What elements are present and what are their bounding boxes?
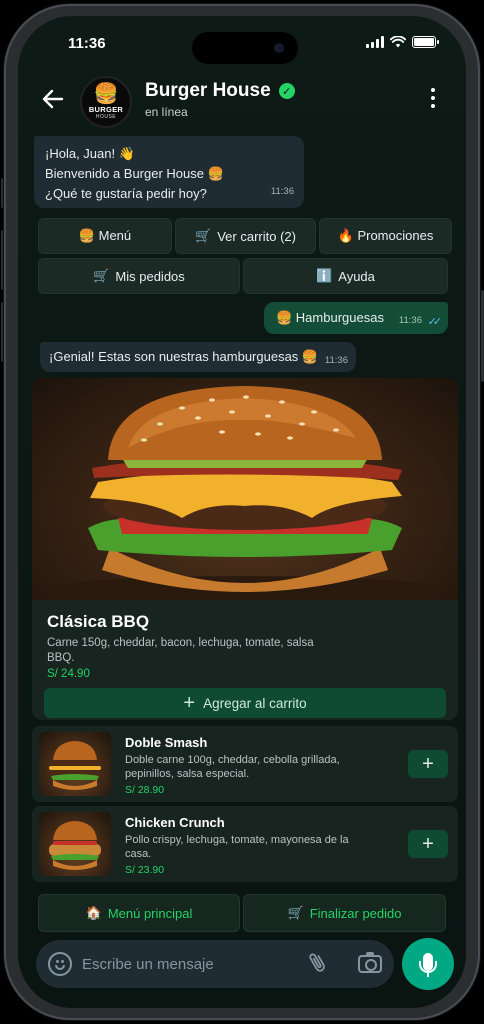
quick-reply-label: 🔥 Promociones [337,228,434,243]
product-price: S/ 23.90 [125,864,165,876]
user-message: 🍔 Hamburguesas 11:36 ✓✓ [264,302,448,334]
add-product-button[interactable]: + [408,750,448,778]
wifi-icon [390,36,406,48]
product-thumbnail [39,732,111,796]
avatar[interactable]: 🍔 BURGER HOUSE [80,76,132,128]
plus-icon: + [422,752,434,775]
status-bar: 11:36 [18,16,466,64]
power-button [480,290,484,382]
dynamic-island [192,32,298,64]
checkout-button[interactable]: 🛒 Finalizar pedido [243,894,446,932]
chat-header: 🍔 BURGER HOUSE Burger House ✓ en línea [18,72,466,132]
product-price: S/ 28.90 [125,784,165,796]
message-text: ¡Genial! Estas son nuestras hamburguesas… [49,349,319,364]
bot-message: ¡Genial! Estas son nuestras hamburguesas… [40,342,356,372]
product-title: Clásica BBQ [47,612,150,631]
add-product-button[interactable]: + [408,830,448,858]
contact-status: en línea [145,105,188,119]
cart-icon: 🛒 [287,905,304,920]
avatar-brand-line1: BURGER [88,105,124,114]
burger-logo-icon: 🍔 [93,83,119,105]
welcome-line: Bienvenido a Burger House 🍔 [45,166,224,181]
welcome-line: ¡Hola, Juan! 👋 [45,146,135,161]
message-time: 11:36 [398,315,422,326]
product-description: Pollo crispy, lechuga, tomate, mayonesa … [125,834,349,860]
product-description: Carne 150g, cheddar, bacon, lechuga, tom… [47,637,314,664]
more-vertical-icon[interactable] [430,88,436,108]
verified-check-icon: ✓ [278,83,295,99]
cart-icon: 🛒 [93,268,110,283]
quick-reply-label: 🍔 Menú [78,228,132,243]
status-icons [366,36,439,48]
burger-illustration [45,386,445,600]
product-card-featured: Clásica BBQ Carne 150g, cheddar, bacon, … [32,378,458,720]
quick-reply-label: Mis pedidos [115,268,185,284]
quick-reply-promotions[interactable]: 🔥 Promociones [319,218,452,254]
message-input[interactable] [82,948,292,980]
burger-thumbnail-illustration [49,821,101,870]
add-to-cart-label: Agregar al carrito [203,695,307,711]
message-text: 🍔 Hamburguesas [276,310,384,325]
front-camera [274,43,284,53]
plus-icon: + [183,692,196,714]
battery-icon [412,36,439,48]
product-image [32,378,458,600]
product-price: S/ 24.90 [47,668,90,680]
welcome-message: ¡Hola, Juan! 👋 Bienvenido a Burger House… [34,136,304,208]
read-receipt-icon: ✓✓ [427,316,443,328]
product-title: Chicken Crunch [125,815,225,830]
main-menu-button[interactable]: 🏠 Menú principal [38,894,240,932]
product-thumbnail [39,812,111,876]
main-menu-label: Menú principal [107,905,193,921]
avatar-brand-line2: HOUSE [95,114,117,120]
quick-reply-help[interactable]: ℹ️ Ayuda [243,258,448,294]
arrow-left-icon[interactable] [42,88,64,115]
signal-icon [366,36,384,48]
paperclip-icon[interactable] [304,948,335,983]
phone-frame: 11:36 🍔 BURGER HOUSE Burger House ✓ en l… [4,4,480,1020]
cart-icon: 🛒 [195,228,212,243]
home-icon: 🏠 [85,905,102,920]
status-time: 11:36 [68,35,106,52]
checkout-label: Finalizar pedido [309,905,402,921]
contact-name: Burger House [145,80,271,101]
quick-reply-label: Ayuda [338,268,375,284]
burger-thumbnail-illustration [49,741,101,790]
welcome-line: ¿Qué te gustaría pedir hoy? [45,186,207,201]
quick-reply-menu[interactable]: 🍔 Menú [38,218,172,254]
chat-title[interactable]: Burger House ✓ [145,80,295,102]
quick-reply-label: Ver carrito (2) [217,228,296,244]
info-icon: ℹ️ [316,268,333,283]
product-title: Doble Smash [125,735,208,750]
message-time: 11:36 [270,186,294,197]
quick-reply-cart[interactable]: 🛒 Ver carrito (2) [175,218,316,254]
chat-screen: 11:36 🍔 BURGER HOUSE Burger House ✓ en l… [18,16,466,1008]
plus-icon: + [422,832,434,855]
message-composer [36,940,394,988]
camera-icon[interactable] [358,952,382,973]
quick-reply-orders[interactable]: 🛒 Mis pedidos [38,258,240,294]
add-to-cart-button[interactable]: + Agregar al carrito [44,688,446,718]
voice-record-button[interactable] [402,938,454,990]
microphone-icon [419,953,437,977]
product-list-item[interactable]: Doble Smash Doble carne 100g, cheddar, c… [32,726,458,802]
message-time: 11:36 [324,355,348,366]
product-description: Doble carne 100g, cheddar, cebolla grill… [125,754,340,780]
product-list-item[interactable]: Chicken Crunch Pollo crispy, lechuga, to… [32,806,458,882]
emoji-icon[interactable] [48,952,72,976]
